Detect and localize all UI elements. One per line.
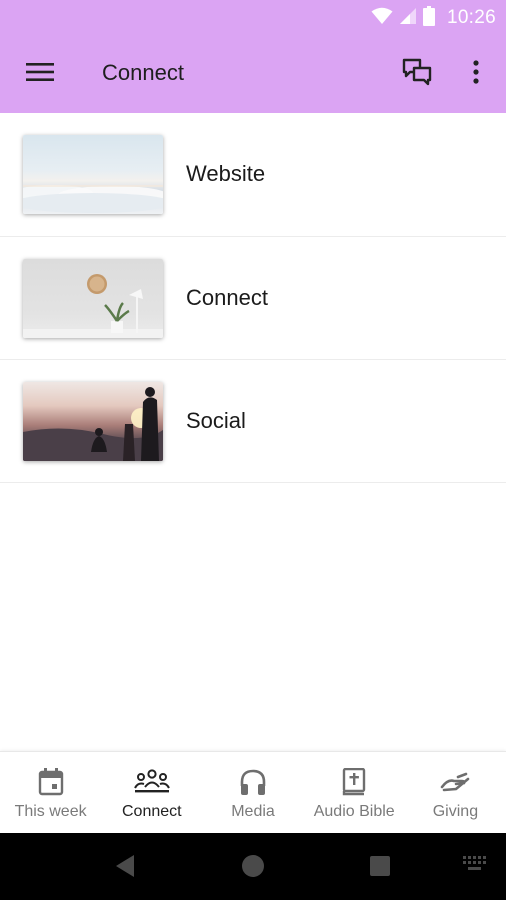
page-title: Connect — [102, 60, 184, 85]
nav-item-audio-bible[interactable]: Audio Bible — [304, 752, 405, 833]
more-vert-icon — [472, 59, 480, 89]
list-item-social[interactable]: Social — [0, 360, 506, 483]
nav-item-this-week[interactable]: This week — [0, 752, 101, 833]
battery-icon — [422, 5, 435, 31]
nav-label: This week — [14, 803, 87, 820]
list-item-label: Connect — [186, 285, 268, 310]
nav-item-media[interactable]: Media — [202, 752, 303, 833]
nav-label: Connect — [122, 803, 182, 820]
bible-icon — [342, 767, 366, 797]
nav-label: Media — [231, 803, 275, 820]
bottom-navigation: This week Connect Media Audio Bible Givi… — [0, 751, 506, 833]
chat-icon — [402, 58, 432, 91]
top-bar: 10:26 Connect — [0, 0, 506, 113]
giving-hand-icon — [440, 767, 470, 797]
connect-list: Website Connect Social — [0, 113, 506, 483]
list-item-connect[interactable]: Connect — [0, 237, 506, 360]
list-item-website[interactable]: Website — [0, 113, 506, 237]
back-icon[interactable] — [114, 853, 136, 884]
wifi-icon — [371, 7, 393, 30]
list-item-label: Social — [186, 408, 246, 433]
app-bar: Connect — [0, 36, 506, 113]
clouds-sky-image — [23, 135, 163, 214]
people-group-icon — [133, 767, 170, 797]
status-bar: 10:26 — [0, 0, 506, 36]
more-options-button[interactable] — [462, 56, 490, 92]
calendar-icon — [38, 767, 64, 797]
system-navigation-bar — [0, 833, 506, 900]
status-time: 10:26 — [446, 7, 496, 28]
recents-icon[interactable] — [370, 856, 390, 876]
status-icons: 10:26 — [371, 5, 496, 31]
menu-icon — [26, 62, 54, 87]
nav-item-giving[interactable]: Giving — [405, 752, 506, 833]
menu-button[interactable] — [22, 58, 58, 90]
nav-label: Audio Bible — [313, 803, 395, 820]
keyboard-icon[interactable] — [463, 856, 487, 879]
nav-label: Giving — [432, 803, 479, 820]
wall-clock-plant-image — [23, 259, 163, 338]
list-item-label: Website — [186, 161, 266, 186]
home-icon[interactable] — [242, 855, 264, 877]
headphones-icon — [239, 767, 267, 797]
signal-icon — [399, 7, 417, 30]
chat-button[interactable] — [398, 56, 436, 92]
sunset-silhouettes-image — [23, 382, 163, 461]
nav-item-connect[interactable]: Connect — [101, 752, 202, 833]
